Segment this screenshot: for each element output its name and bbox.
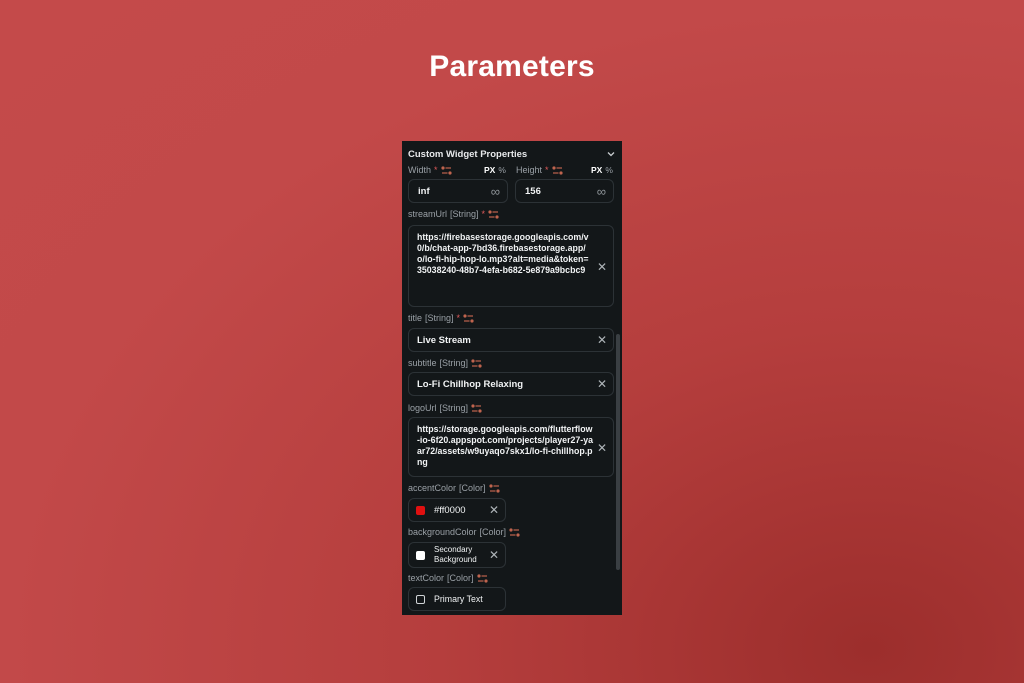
background-color-picker[interactable]: Secondary Background ✕ [408, 542, 506, 568]
tune-icon[interactable] [440, 165, 452, 175]
subtitle-input[interactable]: Lo-Fi Chillhop Relaxing ✕ [408, 372, 614, 396]
clear-icon[interactable]: ✕ [597, 442, 607, 454]
infinity-icon[interactable]: ∞ [597, 185, 606, 198]
tune-icon[interactable] [488, 483, 500, 493]
clear-icon[interactable]: ✕ [597, 261, 607, 273]
title-label: title [String] * [408, 313, 474, 323]
tune-icon[interactable] [551, 165, 563, 175]
clear-icon[interactable]: ✕ [597, 378, 607, 390]
title-input[interactable]: Live Stream ✕ [408, 328, 614, 352]
chevron-down-icon[interactable] [606, 149, 616, 159]
tune-icon[interactable] [471, 358, 482, 368]
height-input[interactable]: 156 ∞ [515, 179, 614, 203]
accent-color-picker[interactable]: #ff0000 ✕ [408, 498, 506, 522]
tune-icon[interactable] [488, 209, 499, 219]
width-input[interactable]: inf ∞ [408, 179, 508, 203]
height-unit-toggle[interactable]: PX% [591, 165, 613, 175]
tune-icon[interactable] [463, 313, 474, 323]
clear-icon[interactable]: ✕ [597, 334, 607, 346]
height-label: Height * [516, 165, 563, 175]
panel-header[interactable]: Custom Widget Properties [408, 147, 616, 161]
tune-icon[interactable] [509, 527, 520, 537]
text-color-label: textColor [Color] [408, 573, 488, 583]
text-color-swatch [416, 594, 425, 604]
subtitle-label: subtitle [String] [408, 358, 482, 368]
panel-header-title: Custom Widget Properties [408, 148, 528, 160]
background-color-label: backgroundColor [Color] [408, 527, 520, 537]
text-color-picker[interactable]: Primary Text [408, 587, 506, 611]
tune-icon[interactable] [471, 403, 482, 413]
width-unit-toggle[interactable]: PX% [484, 165, 506, 175]
clear-icon[interactable]: ✕ [489, 549, 499, 561]
accent-color-label: accentColor [Color] [408, 483, 500, 493]
width-label: Width * [408, 165, 452, 175]
infinity-icon[interactable]: ∞ [491, 185, 500, 198]
page-title: Parameters [429, 50, 595, 83]
clear-icon[interactable]: ✕ [489, 504, 499, 516]
logo-url-label: logoUrl [String] [408, 403, 482, 413]
stream-url-label: streamUrl [String] * [408, 209, 499, 219]
custom-widget-properties-panel: Custom Widget Properties Width * PX% inf… [402, 141, 622, 615]
tune-icon[interactable] [476, 573, 488, 583]
logo-url-input[interactable]: https://storage.googleapis.com/flutterfl… [408, 417, 614, 477]
panel-scrollbar[interactable] [616, 334, 620, 570]
accent-color-swatch [416, 505, 425, 515]
stream-url-input[interactable]: https://firebasestorage.googleapis.com/v… [408, 225, 614, 307]
background-color-swatch [416, 550, 425, 560]
